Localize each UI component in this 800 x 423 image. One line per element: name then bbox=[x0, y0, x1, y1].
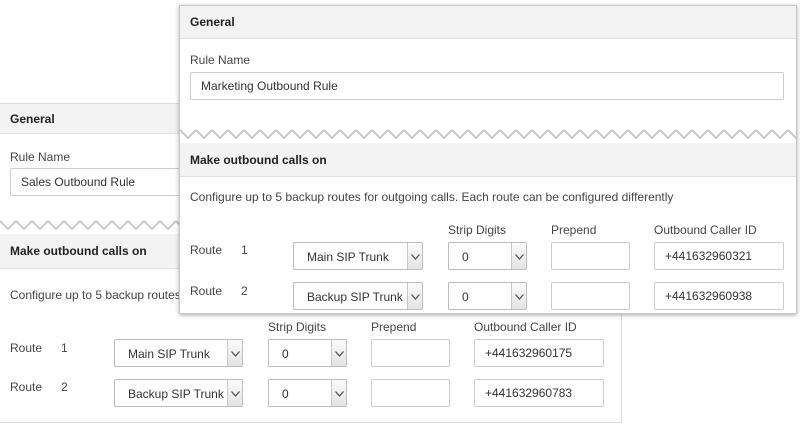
prepend-header: Prepend bbox=[551, 223, 597, 237]
route-2-strip-digits-select[interactable]: 0 bbox=[448, 282, 527, 310]
rule-name-input[interactable] bbox=[190, 72, 784, 100]
select-value: 0 bbox=[282, 387, 289, 401]
chevron-down-icon[interactable] bbox=[511, 283, 526, 309]
route-2-prepend-input[interactable] bbox=[551, 282, 630, 310]
route-1-trunk-select[interactable]: Main SIP Trunk bbox=[293, 242, 423, 270]
chevron-down-icon[interactable] bbox=[407, 283, 422, 309]
select-value: 0 bbox=[282, 347, 289, 361]
route-2-trunk-select[interactable]: Backup SIP Trunk bbox=[114, 379, 243, 407]
select-value: Main SIP Trunk bbox=[307, 250, 389, 264]
rule-name-label: Rule Name bbox=[10, 150, 71, 164]
rule-name-input[interactable] bbox=[10, 168, 180, 196]
route-1-caller-id-input[interactable] bbox=[654, 242, 784, 270]
route-label: Route bbox=[10, 380, 43, 394]
route-2-caller-id-input[interactable] bbox=[654, 282, 784, 310]
caller-id-header: Outbound Caller ID bbox=[474, 320, 577, 334]
chevron-down-icon[interactable] bbox=[331, 380, 346, 406]
zigzag-divider bbox=[180, 126, 796, 142]
outbound-section-header: Make outbound calls on bbox=[180, 143, 796, 177]
route-2-strip-digits-select[interactable]: 0 bbox=[268, 379, 347, 407]
strip-digits-header: Strip Digits bbox=[448, 223, 507, 237]
strip-digits-header: Strip Digits bbox=[268, 320, 327, 334]
route-number: 2 bbox=[61, 380, 68, 394]
route-1-trunk-select[interactable]: Main SIP Trunk bbox=[114, 339, 243, 367]
chevron-down-icon[interactable] bbox=[227, 380, 242, 406]
route-2-caller-id-input[interactable] bbox=[474, 379, 604, 407]
route-1-prepend-input[interactable] bbox=[371, 339, 450, 367]
select-value: 0 bbox=[462, 290, 469, 304]
route-1-prepend-input[interactable] bbox=[551, 242, 630, 270]
prepend-header: Prepend bbox=[371, 320, 417, 334]
select-value: Backup SIP Trunk bbox=[307, 290, 403, 304]
route-1-strip-digits-select[interactable]: 0 bbox=[268, 339, 347, 367]
general-section-header: General bbox=[180, 6, 796, 39]
route-2-prepend-input[interactable] bbox=[371, 379, 450, 407]
chevron-down-icon[interactable] bbox=[511, 243, 526, 269]
select-value: 0 bbox=[462, 250, 469, 264]
outbound-description: Configure up to 5 backup routes for outg… bbox=[190, 190, 674, 204]
route-number: 1 bbox=[241, 243, 248, 257]
select-value: Backup SIP Trunk bbox=[128, 387, 224, 401]
zigzag-pattern bbox=[180, 126, 796, 142]
chevron-down-icon[interactable] bbox=[407, 243, 422, 269]
route-label: Route bbox=[190, 284, 223, 298]
route-number: 1 bbox=[61, 341, 68, 355]
route-2-trunk-select[interactable]: Backup SIP Trunk bbox=[293, 282, 423, 310]
chevron-down-icon[interactable] bbox=[227, 340, 242, 366]
select-value: Main SIP Trunk bbox=[128, 347, 210, 361]
front-rule-panel: General Rule Name Make outbound calls on… bbox=[179, 5, 797, 314]
route-number: 2 bbox=[241, 284, 248, 298]
rule-name-label: Rule Name bbox=[190, 53, 251, 67]
route-1-strip-digits-select[interactable]: 0 bbox=[448, 242, 527, 270]
route-label: Route bbox=[190, 243, 223, 257]
chevron-down-icon[interactable] bbox=[331, 340, 346, 366]
caller-id-header: Outbound Caller ID bbox=[654, 223, 757, 237]
route-label: Route bbox=[10, 341, 43, 355]
route-1-caller-id-input[interactable] bbox=[474, 339, 604, 367]
